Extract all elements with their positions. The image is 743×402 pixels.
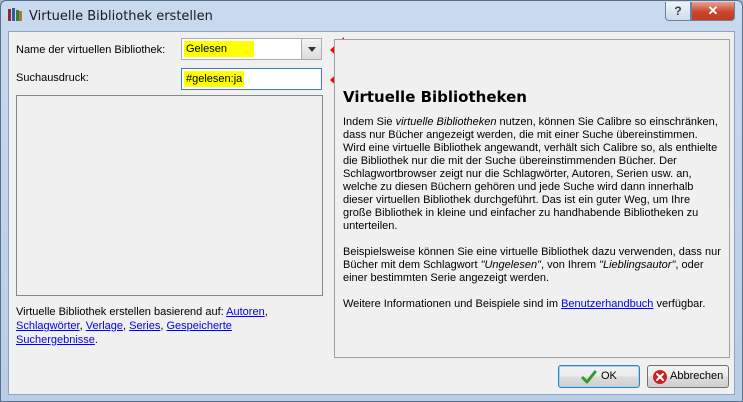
user-manual-link[interactable]: Benutzerhandbuch xyxy=(561,298,653,310)
search-list-box[interactable] xyxy=(16,95,323,296)
create-based-on-text: Virtuelle Bibliothek erstellen basierend… xyxy=(16,306,268,346)
help-text-panel: Virtuelle Bibliotheken Indem Sie virtuel… xyxy=(334,39,730,358)
link-tags[interactable]: Schlagwörter xyxy=(16,320,80,332)
search-expression-label: Suchausdruck: xyxy=(16,72,89,84)
cancel-button-label: Abbrechen xyxy=(670,370,724,382)
combobox-dropdown-button[interactable] xyxy=(301,39,321,59)
library-name-combobox[interactable]: Gelesen xyxy=(181,38,322,60)
search-expression-value[interactable]: #gelesen:ja xyxy=(184,71,245,87)
dialog-window: Virtuelle Bibliothek erstellen ? ✕ Name … xyxy=(0,0,743,402)
calibre-app-icon xyxy=(7,7,23,23)
create-based-on-prefix: Virtuelle Bibliothek erstellen basierend… xyxy=(16,306,224,318)
close-button[interactable]: ✕ xyxy=(691,2,735,21)
ok-button[interactable]: OK xyxy=(558,365,640,388)
help-button[interactable]: ? xyxy=(665,2,691,21)
cancel-icon xyxy=(653,370,667,384)
chevron-down-icon xyxy=(308,47,316,52)
link-publishers[interactable]: Verlage xyxy=(86,320,123,332)
library-name-value[interactable]: Gelesen xyxy=(184,41,254,57)
help-paragraph-intro: Indem Sie virtuelle Bibliotheken nutzen,… xyxy=(343,116,718,232)
checkmark-icon xyxy=(581,370,597,384)
title-bar[interactable]: Virtuelle Bibliothek erstellen ? ✕ xyxy=(1,1,742,31)
link-authors[interactable]: Autoren xyxy=(226,306,265,318)
link-series[interactable]: Series xyxy=(129,320,160,332)
close-icon: ✕ xyxy=(707,3,719,18)
window-title: Virtuelle Bibliothek erstellen xyxy=(29,9,213,24)
help-paragraph-example: Beispielsweise können Sie eine virtuelle… xyxy=(343,246,721,284)
ok-button-label: OK xyxy=(601,370,617,382)
help-heading: Virtuelle Bibliotheken xyxy=(343,88,527,106)
help-paragraph-more-info: Weitere Informationen und Beispiele sind… xyxy=(343,298,706,310)
library-name-label: Name der virtuellen Bibliothek: xyxy=(16,44,166,56)
dialog-content: Name der virtuellen Bibliothek: Gelesen … xyxy=(8,31,735,395)
help-icon: ? xyxy=(674,4,682,18)
search-expression-input[interactable]: #gelesen:ja xyxy=(181,68,322,90)
cancel-button[interactable]: Abbrechen xyxy=(647,365,729,388)
